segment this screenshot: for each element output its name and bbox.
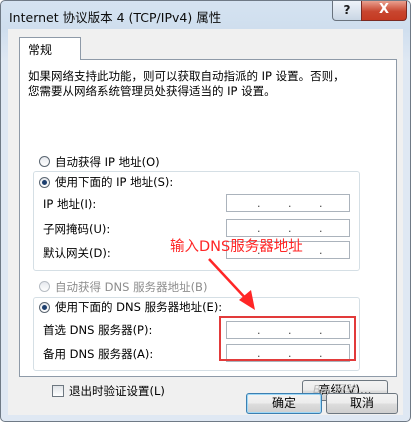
window-title: Internet 协议版本 4 (TCP/IPv4) 属性 [9,10,222,25]
alternate-dns-label: 备用 DNS 服务器(A): [43,347,154,361]
annotation-arrow-icon [208,258,255,310]
help-button[interactable]: ? [332,1,362,21]
ip-address-label: IP 地址(I): [43,197,97,211]
ip-separator: . [319,197,323,210]
subnet-mask-label: 子网掩码(U): [43,222,111,236]
annotation-text: 输入DNS服务器地址 [170,239,303,255]
general-tab-panel: 如果网络支持此功能，则可以获取自动指派的 IP 设置。否则， 您需要从网络系统管… [19,59,397,401]
ok-button[interactable]: 确定 [246,393,322,414]
radio-manual-ip[interactable] [39,177,50,188]
info-text: 如果网络支持此功能，则可以获取自动指派的 IP 设置。否则， 您需要从网络系统管… [28,69,368,99]
radio-auto-dns[interactable] [39,281,50,292]
info-line-2: 您需要从网络系统管理员处获得适当的 IP 设置。 [28,84,276,98]
cancel-button[interactable]: 取消 [326,393,398,414]
close-button[interactable]: X [361,1,407,21]
ip-separator: . [257,222,261,235]
tab-general[interactable]: 常规 [19,37,81,60]
validate-settings-label[interactable]: 退出时验证设置(L) [69,383,165,399]
preferred-dns-label: 首选 DNS 服务器(P): [43,323,153,337]
ip-separator: . [288,222,292,235]
radio-manual-dns[interactable] [39,302,50,313]
radio-auto-ip[interactable] [39,156,50,167]
radio-auto-dns-label[interactable]: 自动获得 DNS 服务器地址(B) [55,279,207,295]
info-line-1: 如果网络支持此功能，则可以获取自动指派的 IP 设置。否则， [28,69,345,83]
ip-separator: . [257,197,261,210]
default-gateway-label: 默认网关(D): [43,246,111,260]
dialog-client-area: 常规 如果网络支持此功能，则可以获取自动指派的 IP 设置。否则， 您需要从网络… [8,29,403,415]
dialog-window: Internet 协议版本 4 (TCP/IPv4) 属性 ? X 常规 如果网… [0,0,411,422]
radio-selected-dot [42,180,47,185]
radio-auto-ip-label[interactable]: 自动获得 IP 地址(O) [55,154,160,170]
radio-manual-ip-label[interactable]: 使用下面的 IP 地址(S): [55,174,176,190]
radio-selected-dot [42,305,47,310]
title-bar[interactable]: Internet 协议版本 4 (TCP/IPv4) 属性 ? X [1,1,410,29]
tab-general-label: 常规 [28,43,53,57]
validate-settings-checkbox[interactable] [52,385,64,397]
ip-separator: . [319,244,323,257]
radio-manual-dns-label[interactable]: 使用下面的 DNS 服务器地址(E): [55,299,225,315]
dns-highlight-box [219,316,356,361]
ip-separator: . [288,197,292,210]
ip-address-input[interactable]: ... [226,194,350,212]
ip-separator: . [319,222,323,235]
